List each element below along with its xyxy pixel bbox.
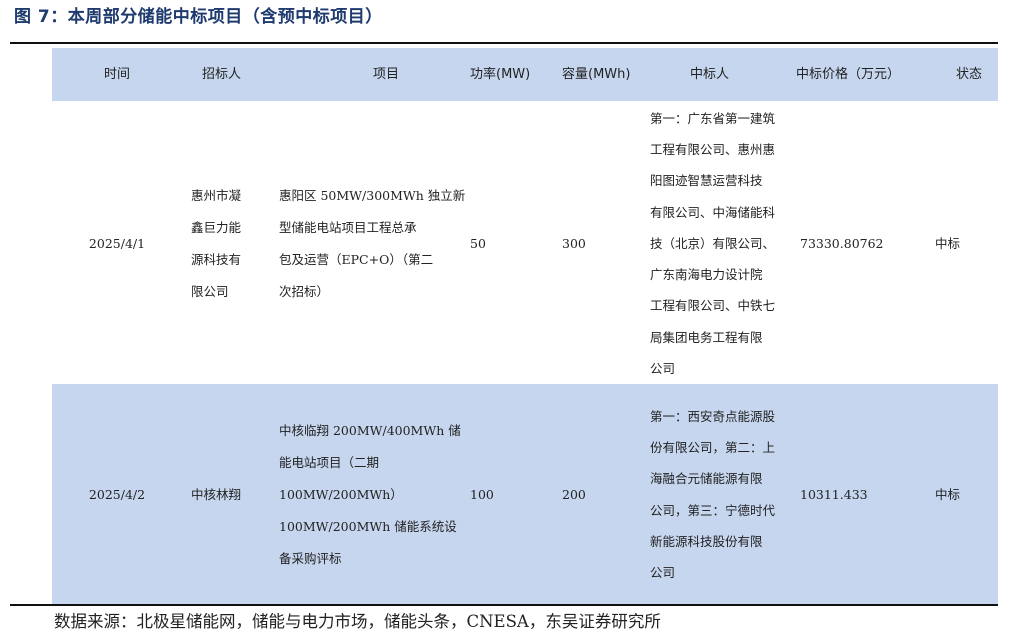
cell-winner: 第一：广东省第一建筑 工程有限公司、惠州惠 阳图迹智慧运营科技 有限公司、中海储… bbox=[650, 111, 776, 376]
cell-capacity: 200 bbox=[562, 486, 586, 502]
header-buyer: 招标人 bbox=[202, 66, 242, 82]
cell-price: 73330.80762 bbox=[800, 235, 884, 251]
cell-capacity: 300 bbox=[562, 235, 586, 251]
cell-power: 50 bbox=[470, 235, 486, 251]
table-header-row: 时间 招标人 项目 功率(MW) 容量(MWh) 中标人 中标价格（万元） 状态 bbox=[52, 48, 998, 101]
header-power: 功率(MW) bbox=[470, 66, 531, 82]
top-rule bbox=[10, 42, 998, 44]
cell-status: 中标 bbox=[935, 486, 961, 502]
cell-time: 2025/4/1 bbox=[88, 235, 146, 251]
cell-buyer: 惠州市凝 鑫巨力能 源科技有 限公司 bbox=[191, 187, 242, 299]
cell-power: 100 bbox=[470, 486, 494, 502]
header-time: 时间 bbox=[103, 66, 130, 82]
cell-winner: 第一：西安奇点能源股 份有限公司，第二：上 海融合元储能源有限 公司，第三：宁德… bbox=[650, 408, 776, 580]
bottom-rule bbox=[10, 604, 998, 606]
header-price: 中标价格（万元） bbox=[796, 66, 901, 82]
figure-title: 图 7：本周部分储能中标项目（含预中标项目） bbox=[14, 7, 383, 27]
header-capacity: 容量(MWh) bbox=[562, 66, 631, 82]
header-status: 状态 bbox=[956, 66, 983, 82]
bid-table: 时间 招标人 项目 功率(MW) 容量(MWh) 中标人 中标价格（万元） 状态… bbox=[52, 48, 998, 605]
cell-time: 2025/4/2 bbox=[88, 486, 146, 502]
cell-project: 惠阳区 50MW/300MWh 独立新 型储能电站项目工程总承 包及运营（EPC… bbox=[279, 187, 466, 299]
table-row: 2025/4/2 中核林翔 中核临翔 200MW/400MWh 储 能电站项目（… bbox=[52, 384, 998, 605]
header-project: 项目 bbox=[373, 66, 400, 82]
source-note: 数据来源：北极星储能网，储能与电力市场，储能头条，CNESA，东吴证券研究所 bbox=[54, 612, 661, 631]
table-row: 2025/4/1 惠州市凝 鑫巨力能 源科技有 限公司 惠阳区 50MW/300… bbox=[52, 103, 998, 384]
cell-price: 10311.433 bbox=[800, 486, 868, 502]
cell-project: 中核临翔 200MW/400MWh 储 能电站项目（二期 100MW/200MW… bbox=[279, 422, 461, 566]
cell-status: 中标 bbox=[935, 235, 961, 251]
header-winner: 中标人 bbox=[690, 66, 730, 82]
cell-buyer: 中核林翔 bbox=[191, 486, 242, 502]
